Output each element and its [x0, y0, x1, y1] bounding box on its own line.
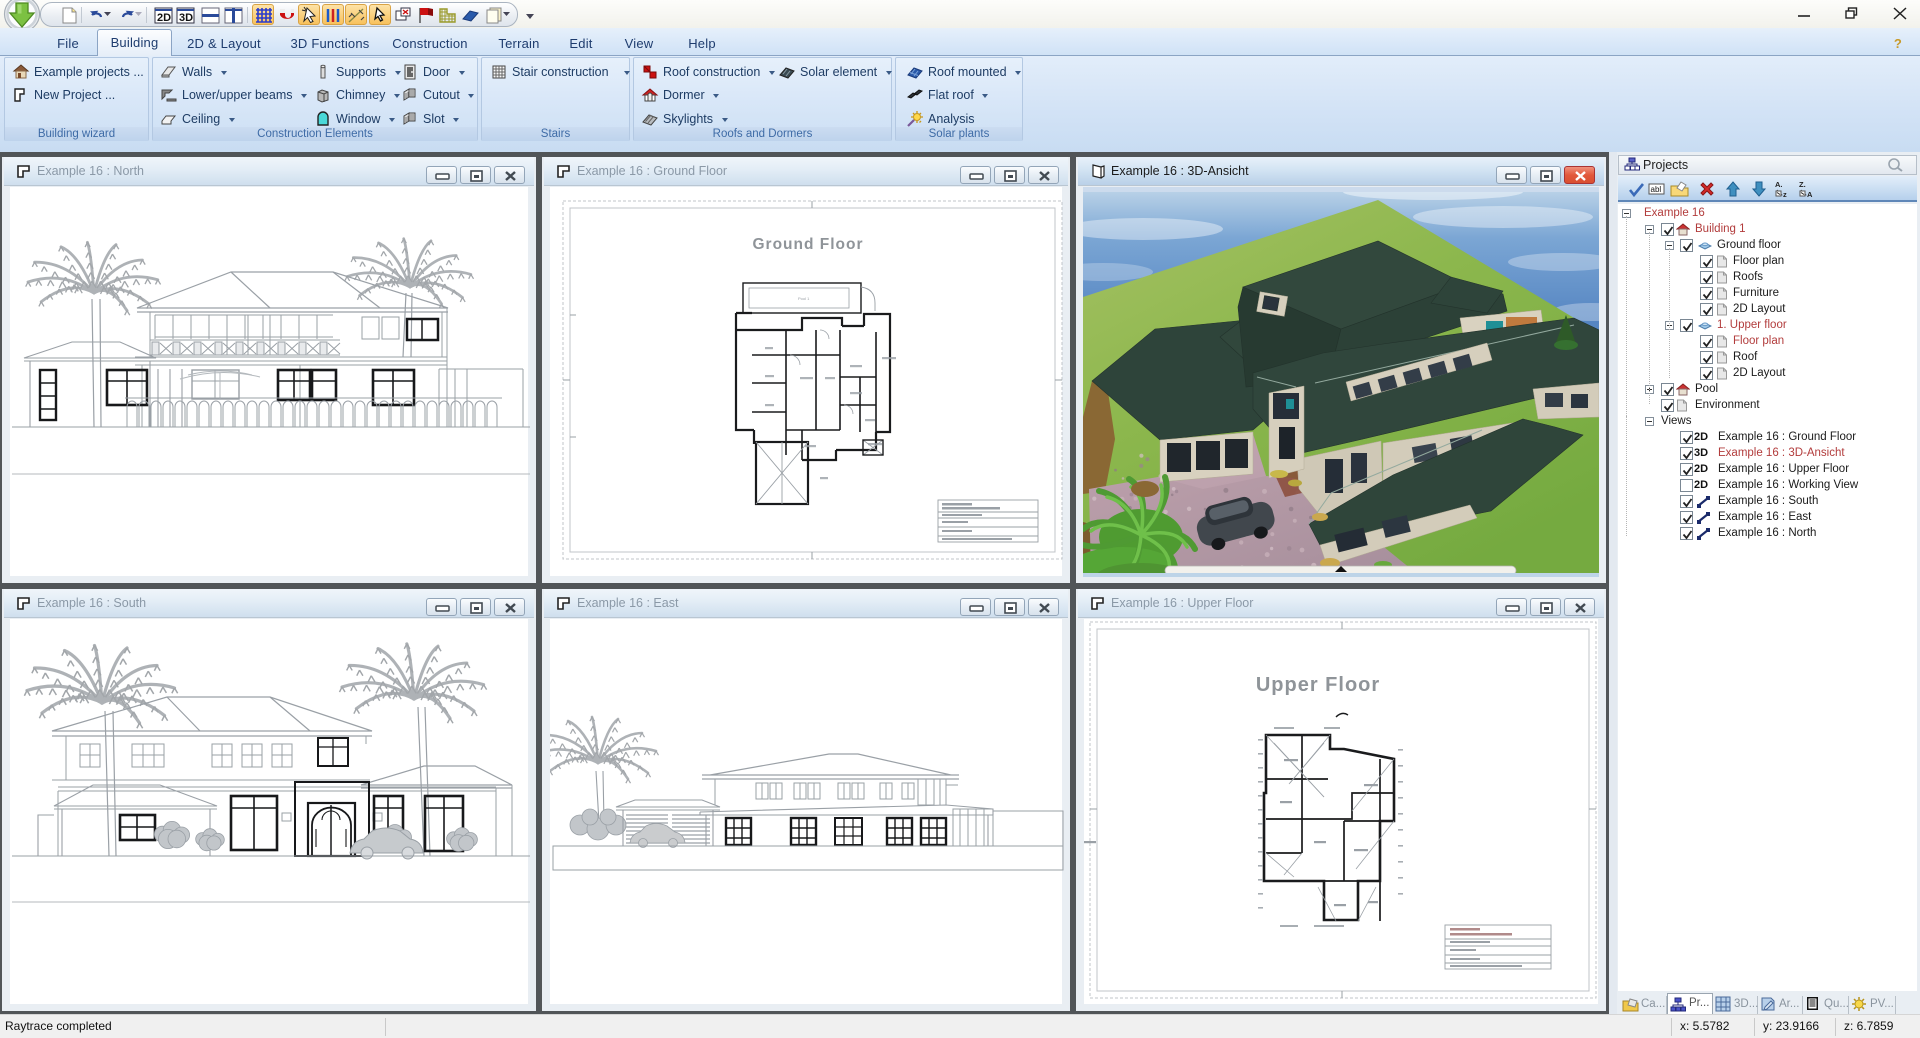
svg-text:A: A	[1807, 190, 1813, 199]
svg-text:Pool 1: Pool 1	[798, 296, 810, 301]
svg-text:Ground Floor: Ground Floor	[752, 236, 863, 253]
svg-text:2D: 2D	[157, 12, 171, 24]
svg-text:abl: abl	[1651, 185, 1662, 194]
svg-text:z: z	[1783, 190, 1787, 199]
svg-text:Z.: Z.	[1799, 180, 1806, 189]
svg-text:Upper Floor: Upper Floor	[1256, 674, 1380, 696]
svg-text:A.: A.	[1775, 180, 1783, 189]
svg-text:3D: 3D	[179, 12, 193, 24]
